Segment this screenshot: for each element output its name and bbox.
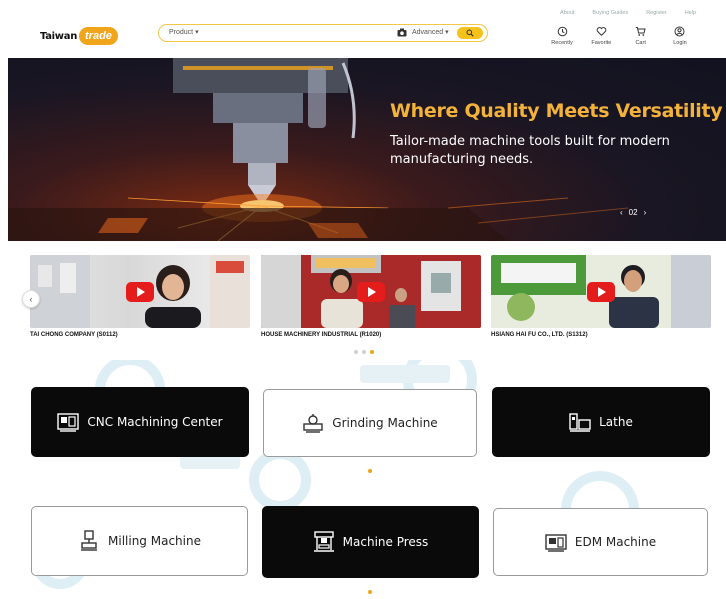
video-card[interactable]: TAI CHONG COMPANY (S0112)	[30, 255, 250, 338]
play-icon[interactable]	[587, 281, 615, 302]
cart-icon	[635, 27, 646, 36]
search-category-select[interactable]: Product ▾	[169, 28, 199, 36]
advanced-search-select[interactable]: Advanced ▾	[412, 28, 449, 36]
category-milling-machine[interactable]: Milling Machine	[31, 506, 248, 576]
grinder-icon	[303, 414, 323, 433]
video-thumbnail[interactable]	[30, 255, 250, 328]
hero-banner[interactable]: Where Quality Meets Versatility Tailor-m…	[8, 58, 726, 241]
top-links: About Buying Guides Register Help	[560, 10, 696, 16]
nav-cart-label: Cart	[635, 40, 646, 46]
video-thumbnail[interactable]	[491, 255, 711, 328]
video-card[interactable]: HOUSE MACHINERY INDUSTRIAL (R1020)	[261, 255, 481, 338]
nav-login-label: Login	[673, 40, 687, 46]
top-link-help[interactable]: Help	[685, 10, 696, 16]
top-link-buying-guides[interactable]: Buying Guides	[592, 10, 628, 16]
category-edm-machine[interactable]: EDM Machine	[493, 508, 708, 576]
top-link-register[interactable]: Register	[646, 10, 666, 16]
nav-recently-label: Recently	[551, 40, 573, 46]
nav-favorite-label: Favorite	[591, 40, 612, 46]
nav-login[interactable]: Login	[666, 26, 694, 46]
header-nav: Recently Favorite Cart Login	[548, 26, 694, 46]
video-pagination	[354, 350, 374, 354]
category-label: EDM Machine	[574, 535, 657, 549]
site-header: Taiwan trade Product ▾ Advanced ▾ About …	[0, 0, 726, 58]
category-machine-press[interactable]: Machine Press	[262, 506, 479, 578]
milling-icon	[81, 530, 98, 551]
section-dot	[368, 469, 372, 473]
nav-cart[interactable]: Cart	[627, 26, 655, 46]
logo-badge: trade	[79, 27, 118, 45]
logo-wordmark: Taiwan	[40, 30, 78, 42]
hero-title: Where Quality Meets Versatility	[390, 100, 723, 122]
category-label: Milling Machine	[108, 534, 201, 548]
video-caption[interactable]: TAI CHONG COMPANY (S0112)	[30, 332, 250, 338]
pagination-dot-active[interactable]	[370, 350, 374, 354]
category-cnc-machining-center[interactable]: CNC Machining Center	[31, 387, 249, 457]
category-label: Lathe	[599, 415, 633, 429]
video-thumbnail[interactable]	[261, 255, 481, 328]
hero-page-number: 02	[628, 208, 638, 217]
press-icon	[313, 531, 334, 552]
camera-icon[interactable]	[397, 28, 407, 37]
section-dot	[368, 590, 372, 594]
search-button[interactable]	[457, 27, 483, 39]
video-card[interactable]: HSIANG HAI FU CO., LTD. (S1312)	[491, 255, 711, 338]
pagination-dot[interactable]	[362, 350, 366, 354]
top-link-about[interactable]: About	[560, 10, 574, 16]
hero-prev-button[interactable]: ‹	[620, 208, 623, 217]
edm-icon	[545, 534, 567, 552]
search-bar: Product ▾ Advanced ▾	[158, 24, 488, 42]
play-icon[interactable]	[126, 281, 154, 302]
search-icon	[466, 29, 474, 37]
lathe-icon	[569, 413, 591, 432]
hero-subtitle: Tailor-made machine tools built for mode…	[390, 134, 670, 167]
category-lathe[interactable]: Lathe	[492, 387, 710, 457]
nav-favorite[interactable]: Favorite	[587, 26, 615, 46]
category-label: Grinding Machine	[332, 416, 438, 430]
site-logo[interactable]: Taiwan trade	[40, 24, 118, 48]
category-label: Machine Press	[342, 535, 429, 549]
category-label: CNC Machining Center	[87, 415, 223, 429]
video-carousel: TAI CHONG COMPANY (S0112) HOUSE MACHINER…	[30, 255, 711, 350]
heart-icon	[596, 27, 607, 37]
play-icon[interactable]	[357, 281, 385, 302]
category-grinding-machine[interactable]: Grinding Machine	[263, 389, 477, 457]
cnc-machine-icon	[57, 413, 80, 432]
video-prev-button[interactable]: ‹	[22, 290, 40, 308]
video-caption[interactable]: HSIANG HAI FU CO., LTD. (S1312)	[491, 332, 711, 338]
hero-pager: ‹ 02 ›	[620, 208, 646, 217]
clock-icon	[557, 26, 567, 37]
hero-next-button[interactable]: ›	[644, 208, 647, 217]
nav-recently[interactable]: Recently	[548, 26, 576, 46]
user-icon	[674, 26, 685, 37]
video-caption[interactable]: HOUSE MACHINERY INDUSTRIAL (R1020)	[261, 332, 481, 338]
pagination-dot[interactable]	[354, 350, 358, 354]
